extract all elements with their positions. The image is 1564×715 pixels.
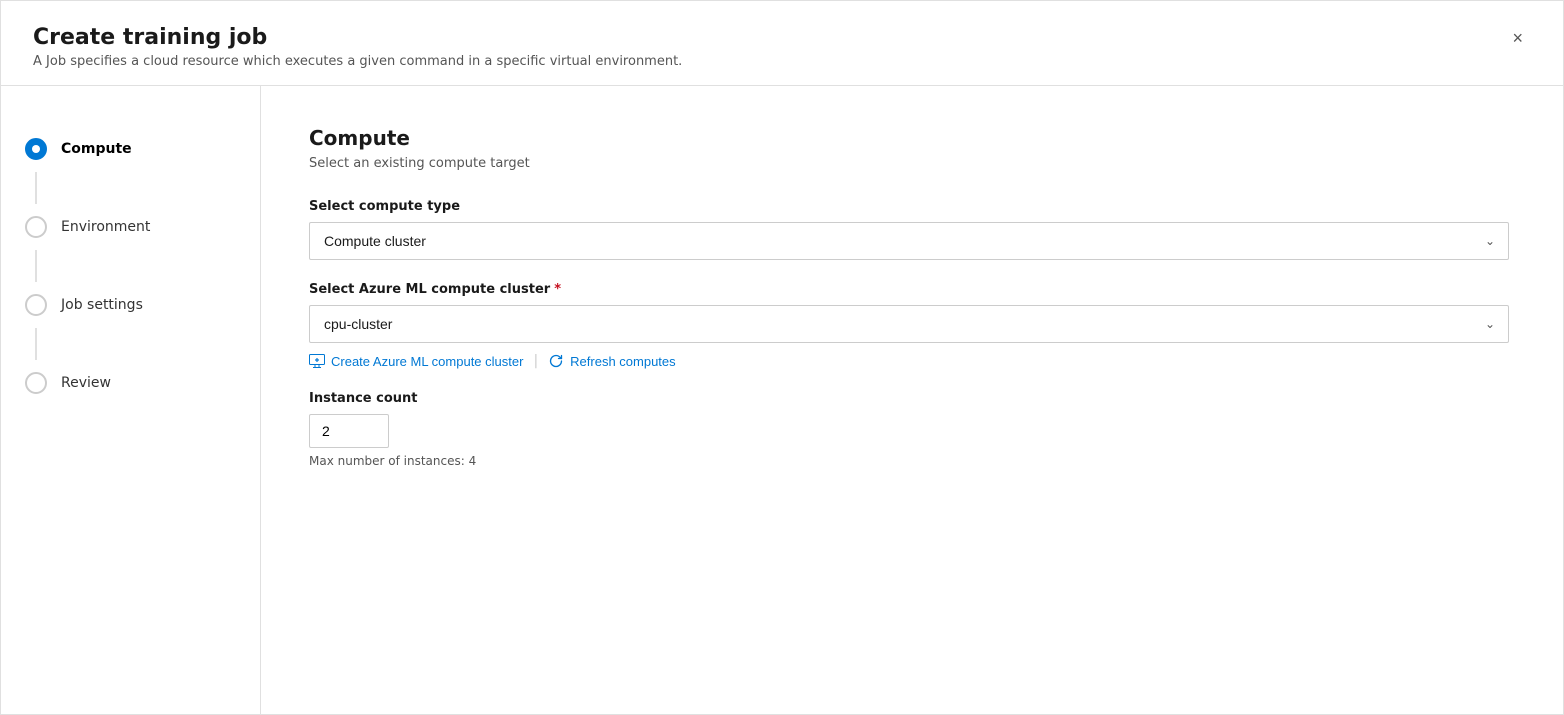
cluster-field: Select Azure ML compute cluster * cpu-cl… [309,282,1515,369]
dialog-title: Create training job [33,25,682,50]
step-circle-review [25,372,47,394]
cluster-label: Select Azure ML compute cluster * [309,282,1515,297]
sidebar: Compute Environment Job settings Review [1,86,261,714]
connector-3 [35,328,37,360]
create-cluster-link[interactable]: Create Azure ML compute cluster [309,354,523,369]
section-subtitle: Select an existing compute target [309,156,1515,171]
links-row: Create Azure ML compute cluster | Refres… [309,353,1515,369]
refresh-computes-link[interactable]: Refresh computes [548,353,676,369]
sidebar-item-compute[interactable]: Compute [25,126,236,172]
compute-type-label: Select compute type [309,199,1515,214]
connector-2 [35,250,37,282]
instance-count-input[interactable] [309,414,389,448]
sidebar-item-job-settings[interactable]: Job settings [25,282,236,328]
close-button[interactable]: × [1504,25,1531,51]
compute-type-select-wrapper: Compute cluster Compute instance Serverl… [309,222,1509,260]
max-instances-text: Max number of instances: 4 [309,454,1515,468]
cluster-select-wrapper: cpu-cluster ⌄ [309,305,1509,343]
cluster-select[interactable]: cpu-cluster [309,305,1509,343]
step-circle-environment [25,216,47,238]
refresh-icon [548,353,564,369]
dialog-subtitle: A Job specifies a cloud resource which e… [33,54,682,69]
step-circle-compute [25,138,47,160]
step-label-environment: Environment [61,219,150,235]
compute-type-field: Select compute type Compute cluster Comp… [309,199,1515,260]
sidebar-item-environment[interactable]: Environment [25,204,236,250]
step-label-review: Review [61,375,111,391]
step-label-compute: Compute [61,141,132,157]
header-text: Create training job A Job specifies a cl… [33,25,682,69]
refresh-computes-link-text: Refresh computes [570,354,676,369]
dialog-header: Create training job A Job specifies a cl… [1,1,1563,86]
required-star: * [554,282,561,297]
dialog-body: Compute Environment Job settings Review [1,86,1563,714]
monitor-icon [309,354,325,368]
compute-type-select[interactable]: Compute cluster Compute instance Serverl… [309,222,1509,260]
instance-count-label: Instance count [309,391,1515,406]
create-cluster-link-text: Create Azure ML compute cluster [331,354,523,369]
sidebar-item-review[interactable]: Review [25,360,236,406]
step-circle-job-settings [25,294,47,316]
section-title: Compute [309,126,1515,150]
instance-count-field: Instance count Max number of instances: … [309,391,1515,468]
main-content: Compute Select an existing compute targe… [261,86,1563,714]
link-separator: | [533,353,538,369]
step-label-job-settings: Job settings [61,297,143,313]
create-training-job-dialog: Create training job A Job specifies a cl… [0,0,1564,715]
connector-1 [35,172,37,204]
